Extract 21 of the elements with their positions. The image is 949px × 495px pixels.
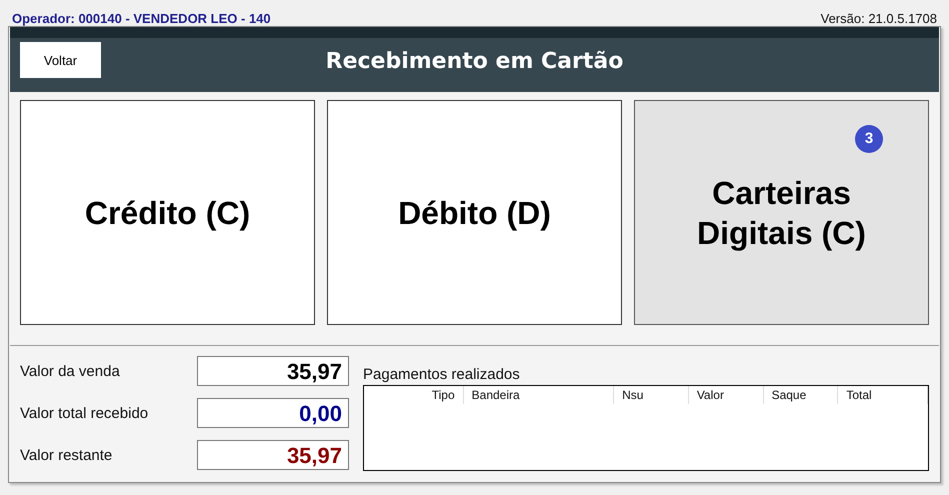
total-value-field: 35,97 [197,356,349,386]
column-header: Valor [688,386,764,404]
count-badge: 3 [855,125,883,153]
total-value-field: 35,97 [197,440,349,470]
back-button[interactable]: Voltar [20,42,101,78]
payment-option-button[interactable]: Débito (D) [327,100,622,325]
page-title: Recebimento em Cartão [326,48,624,74]
column-header: Bandeira [464,386,614,404]
total-value-field: 0,00 [197,398,349,428]
version-label: Versão: 21.0.5.1708 [820,11,937,26]
payments-title: Pagamentos realizados [363,366,521,383]
operator-label: Operador: 000140 - VENDEDOR LEO - 140 [12,11,271,26]
payment-option-button[interactable]: Crédito (C) [20,100,315,325]
column-header: Nsu [614,386,689,404]
column-header: Saque [764,386,838,404]
total-label: Valor da venda [20,362,120,380]
payment-option-button[interactable]: Carteiras Digitais (C) 3 [634,100,929,325]
column-header: Tipo [364,386,464,404]
total-label: Valor restante [20,446,112,464]
column-header: Total [838,386,928,404]
total-label: Valor total recebido [20,404,148,422]
